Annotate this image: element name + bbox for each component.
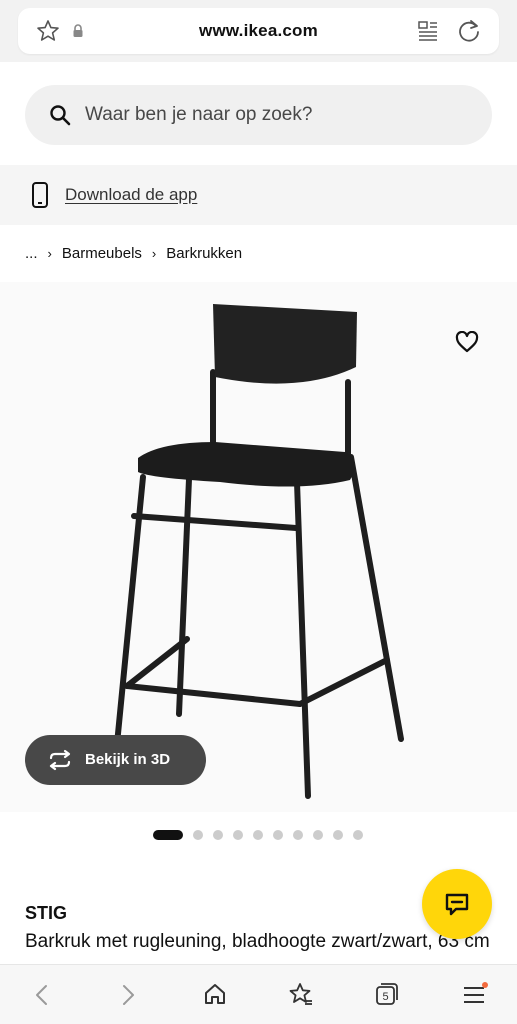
address-bar[interactable]: www.ikea.com	[18, 8, 499, 54]
browser-toolbar: www.ikea.com	[0, 0, 517, 62]
heart-icon[interactable]	[455, 331, 479, 353]
chevron-right-icon: ›	[47, 245, 52, 261]
breadcrumb: ... › Barmeubels › Barkrukken	[25, 243, 242, 263]
forward-button[interactable]	[98, 965, 158, 1024]
reader-icon[interactable]	[416, 19, 440, 43]
search-placeholder: Waar ben je naar op zoek?	[85, 104, 313, 125]
notification-dot	[482, 982, 488, 988]
home-icon	[205, 984, 225, 1004]
carousel-dot-active[interactable]	[153, 830, 183, 840]
tabs-icon: 5	[376, 983, 398, 1005]
chat-icon	[445, 893, 469, 916]
back-button[interactable]	[12, 965, 72, 1024]
forward-icon	[123, 985, 134, 1005]
carousel-dot[interactable]	[333, 830, 343, 840]
product-name[interactable]: STIG	[25, 903, 67, 924]
download-app-link[interactable]: Download de app	[65, 185, 197, 205]
view-3d-button[interactable]: Bekijk in 3D	[25, 735, 206, 785]
product-description: Barkruk met rugleuning, bladhoogte zwart…	[25, 931, 490, 952]
carousel-dot[interactable]	[253, 830, 263, 840]
chevron-right-icon: ›	[151, 245, 157, 261]
product-image	[114, 304, 404, 799]
menu-button[interactable]	[444, 965, 504, 1024]
tab-count: 5	[382, 991, 388, 1003]
tabs-button[interactable]: 5	[357, 965, 417, 1024]
carousel-dot[interactable]	[353, 830, 363, 840]
breadcrumb-barkrukken[interactable]: Barkrukken	[166, 245, 242, 262]
rotate-3d-icon	[49, 749, 71, 771]
search-icon	[50, 105, 71, 126]
chat-button[interactable]	[422, 869, 492, 939]
carousel-dot[interactable]	[273, 830, 283, 840]
view-3d-label: Bekijk in 3D	[85, 751, 171, 768]
back-icon	[36, 985, 47, 1005]
carousel-dot[interactable]	[213, 830, 223, 840]
breadcrumb-ellipsis[interactable]: ...	[25, 245, 38, 262]
bookmarks-button[interactable]	[271, 965, 331, 1024]
search-input[interactable]: Waar ben je naar op zoek?	[25, 85, 492, 145]
browser-bottom-nav: 5	[0, 964, 517, 1024]
carousel-dot[interactable]	[233, 830, 243, 840]
breadcrumb-barmeubels[interactable]: Barmeubels	[62, 245, 142, 262]
carousel-dot[interactable]	[193, 830, 203, 840]
reload-icon[interactable]	[456, 18, 482, 44]
app-download-banner[interactable]: Download de app	[0, 165, 517, 225]
home-button[interactable]	[185, 965, 245, 1024]
phone-icon	[32, 182, 48, 208]
image-carousel-dots	[153, 829, 373, 841]
carousel-dot[interactable]	[313, 830, 323, 840]
bookmarks-icon	[289, 983, 312, 1005]
carousel-dot[interactable]	[293, 830, 303, 840]
product-image-gallery[interactable]	[0, 282, 517, 812]
menu-icon	[464, 982, 488, 1003]
